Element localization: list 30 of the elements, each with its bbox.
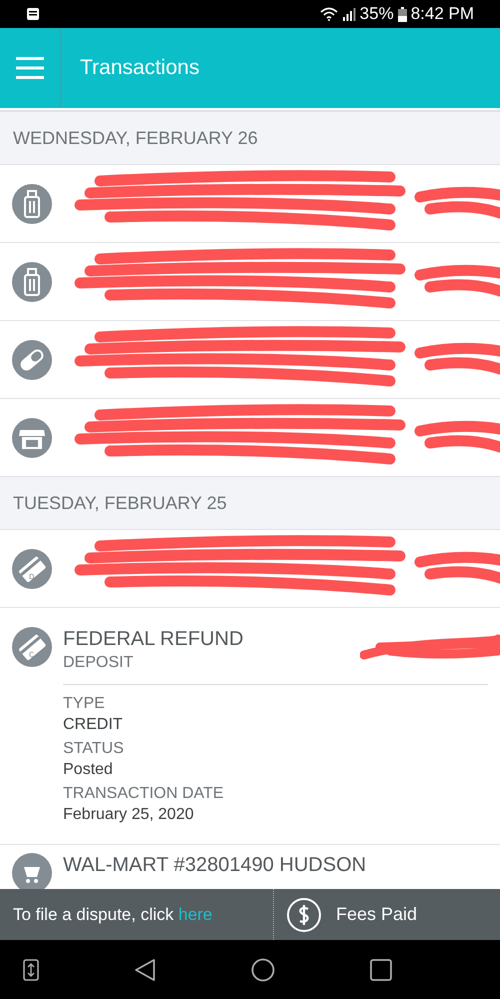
battery-percent: 35%	[360, 4, 394, 24]
transaction-name: FEDERAL REFUND	[63, 627, 244, 651]
keyboard-switch-icon[interactable]	[23, 958, 39, 980]
battery-icon	[398, 6, 407, 22]
recents-icon[interactable]	[370, 958, 392, 980]
page-title: Transactions	[80, 56, 200, 80]
transaction-name: WAL-MART #32801490 HUDSON	[63, 853, 366, 877]
fees-paid-button[interactable]: Fees Paid	[274, 889, 500, 940]
detail-label: TYPE	[63, 695, 106, 713]
detail-value: February 25, 2020	[63, 806, 195, 824]
detail-label: TRANSACTION DATE	[63, 785, 225, 803]
wifi-icon	[320, 7, 338, 21]
date-header: TUESDAY, FEBRUARY 25	[13, 492, 227, 514]
store-icon	[12, 418, 52, 458]
transaction-type: DEPOSIT	[63, 654, 134, 672]
luggage-icon	[12, 262, 52, 302]
notification-icon	[26, 7, 40, 21]
pill-icon	[12, 340, 52, 380]
date-header: WEDNESDAY, FEBRUARY 26	[13, 128, 258, 148]
dispute-text: To file a dispute, click here	[13, 904, 212, 924]
back-icon[interactable]	[134, 958, 156, 982]
home-icon[interactable]	[251, 958, 275, 982]
menu-icon	[16, 57, 44, 79]
detail-value: CREDIT	[63, 716, 124, 734]
luggage-icon	[12, 184, 52, 224]
clock: 8:42 PM	[410, 4, 474, 24]
detail-value: Posted	[63, 761, 114, 779]
dollar-icon	[286, 896, 322, 932]
signal-icon	[342, 7, 356, 21]
detail-label: STATUS	[63, 740, 125, 758]
